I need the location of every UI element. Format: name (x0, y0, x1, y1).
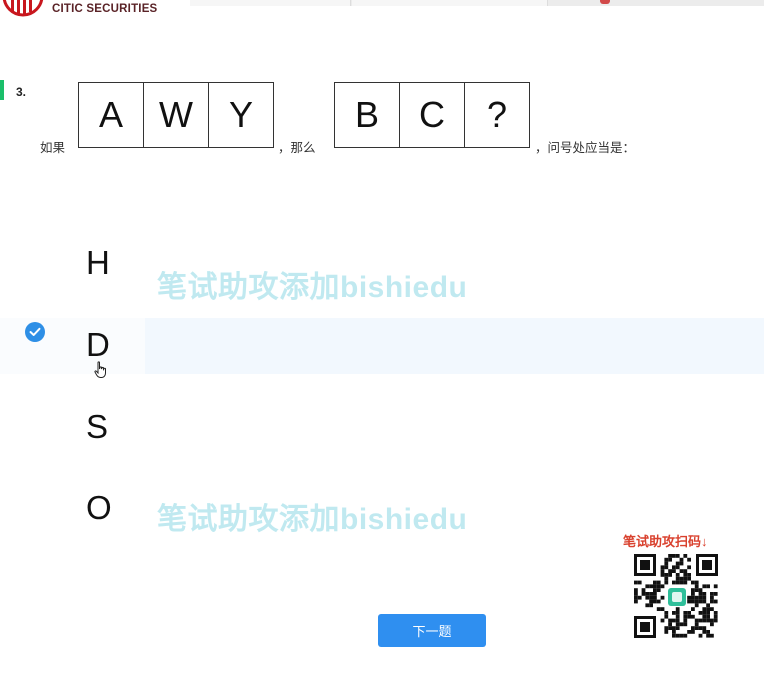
option-d[interactable]: D (0, 318, 764, 374)
letter-box-question: ? (486, 94, 508, 135)
brand-logo: CITIC SECURITIES (0, 0, 157, 22)
question-suffix: ，问号处应当是： (535, 141, 636, 155)
notification-dot-icon (600, 0, 610, 4)
question-marker (0, 80, 4, 100)
letter-box: Y (228, 94, 253, 135)
hand-cursor-icon (94, 361, 108, 384)
brand-name: CITIC SECURITIES (52, 3, 158, 15)
option-s[interactable]: S (0, 400, 764, 456)
option-label: S (86, 408, 109, 445)
option-label: O (86, 489, 112, 526)
qr-label: 笔试助攻扫码↓ (623, 534, 708, 549)
question-prefix: 如果 (40, 141, 66, 155)
letter-box: W (144, 83, 209, 147)
checkmark-icon (25, 322, 45, 342)
next-question-button[interactable]: 下一题 (378, 614, 486, 647)
watermark: 笔试助攻添加bishiedu (157, 503, 468, 536)
letter-box-group-2: B C ? (334, 82, 530, 148)
question-connector: ，那么 (278, 141, 316, 155)
browser-tab-strip (190, 0, 764, 6)
browser-tab[interactable] (352, 0, 548, 6)
option-label: D (86, 326, 110, 363)
letter-box: B (335, 83, 400, 147)
question-number: 3. (16, 85, 27, 99)
watermark: 笔试助攻添加bishiedu (157, 271, 468, 304)
letter-box: A (79, 83, 144, 147)
citic-logo-icon (2, 0, 44, 17)
top-bar: CITIC SECURITIES (0, 0, 764, 26)
letter-box: C (400, 83, 465, 147)
letter-box-group-1: A W Y (78, 82, 274, 148)
qr-code (632, 552, 720, 640)
browser-tab[interactable] (190, 0, 351, 6)
option-label: H (86, 244, 110, 281)
